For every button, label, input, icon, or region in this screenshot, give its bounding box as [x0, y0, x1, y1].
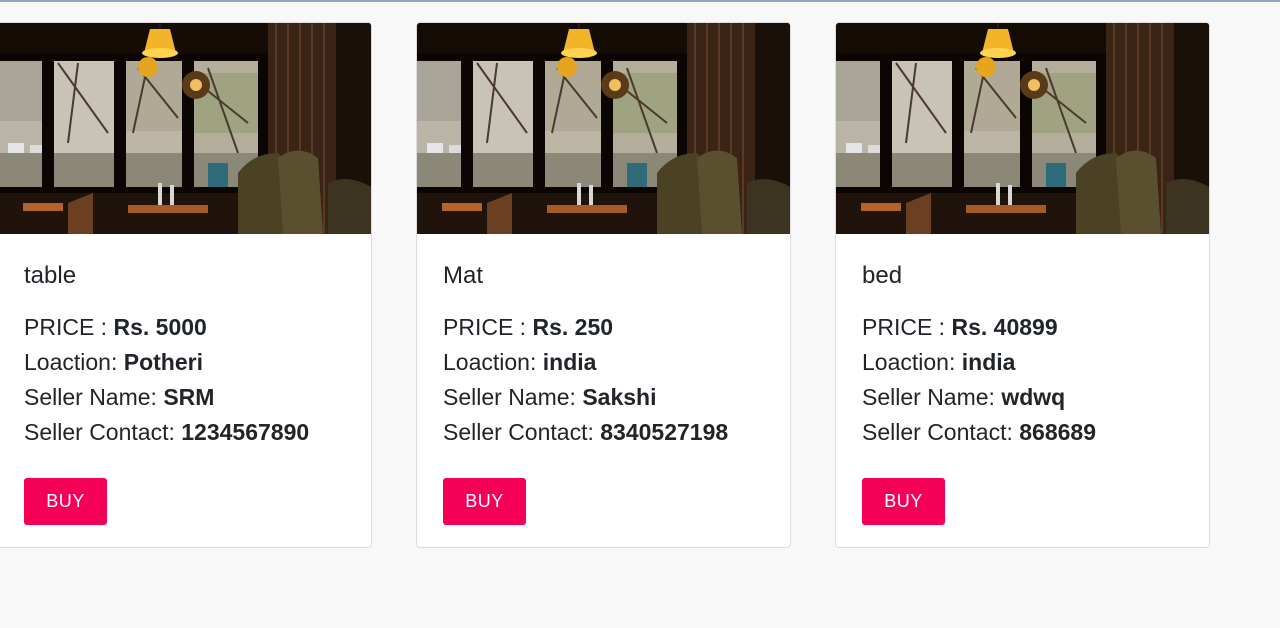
contact-value: 8340527198 [600, 419, 729, 445]
contact-row: Seller Contact: 8340527198 [443, 415, 764, 450]
contact-label: Seller Contact: [24, 419, 175, 445]
card-body: bed PRICE : Rs. 40899 Loaction: india Se… [836, 234, 1209, 525]
seller-row: Seller Name: Sakshi [443, 380, 764, 415]
card-body: Mat PRICE : Rs. 250 Loaction: india Sell… [417, 234, 790, 525]
contact-label: Seller Contact: [862, 419, 1013, 445]
location-value: india [961, 349, 1016, 375]
contact-row: Seller Contact: 868689 [862, 415, 1183, 450]
price-label: PRICE : [443, 314, 527, 340]
seller-row: Seller Name: SRM [24, 380, 345, 415]
seller-value: Sakshi [582, 384, 657, 410]
product-card: table PRICE : Rs. 5000 Loaction: Potheri… [0, 22, 372, 548]
location-label: Loaction: [443, 349, 537, 375]
location-label: Loaction: [24, 349, 118, 375]
buy-button[interactable]: BUY [24, 478, 107, 525]
seller-row: Seller Name: wdwq [862, 380, 1183, 415]
card-body: table PRICE : Rs. 5000 Loaction: Potheri… [0, 234, 371, 525]
price-value: Rs. 40899 [951, 314, 1058, 340]
location-row: Loaction: india [443, 345, 764, 380]
buy-button[interactable]: BUY [862, 478, 945, 525]
price-label: PRICE : [862, 314, 946, 340]
seller-label: Seller Name: [443, 384, 576, 410]
price-row: PRICE : Rs. 5000 [24, 310, 345, 345]
location-value: india [542, 349, 597, 375]
product-card: Mat PRICE : Rs. 250 Loaction: india Sell… [416, 22, 791, 548]
product-name: bed [862, 262, 903, 289]
location-label: Loaction: [862, 349, 956, 375]
location-row: Loaction: india [862, 345, 1183, 380]
seller-label: Seller Name: [24, 384, 157, 410]
contact-value: 1234567890 [181, 419, 310, 445]
buy-button[interactable]: BUY [443, 478, 526, 525]
product-image [417, 23, 790, 234]
price-row: PRICE : Rs. 250 [443, 310, 764, 345]
product-name: Mat [443, 262, 484, 289]
contact-row: Seller Contact: 1234567890 [24, 415, 345, 450]
top-border [0, 0, 1280, 2]
product-image [836, 23, 1209, 234]
price-value: Rs. 250 [532, 314, 614, 340]
price-value: Rs. 5000 [113, 314, 207, 340]
price-label: PRICE : [24, 314, 108, 340]
contact-label: Seller Contact: [443, 419, 594, 445]
location-value: Potheri [123, 349, 203, 375]
product-card: bed PRICE : Rs. 40899 Loaction: india Se… [835, 22, 1210, 548]
seller-label: Seller Name: [862, 384, 995, 410]
location-row: Loaction: Potheri [24, 345, 345, 380]
product-name: table [24, 262, 77, 289]
product-image [0, 23, 371, 234]
contact-value: 868689 [1019, 419, 1096, 445]
seller-value: wdwq [1001, 384, 1066, 410]
seller-value: SRM [163, 384, 215, 410]
price-row: PRICE : Rs. 40899 [862, 310, 1183, 345]
